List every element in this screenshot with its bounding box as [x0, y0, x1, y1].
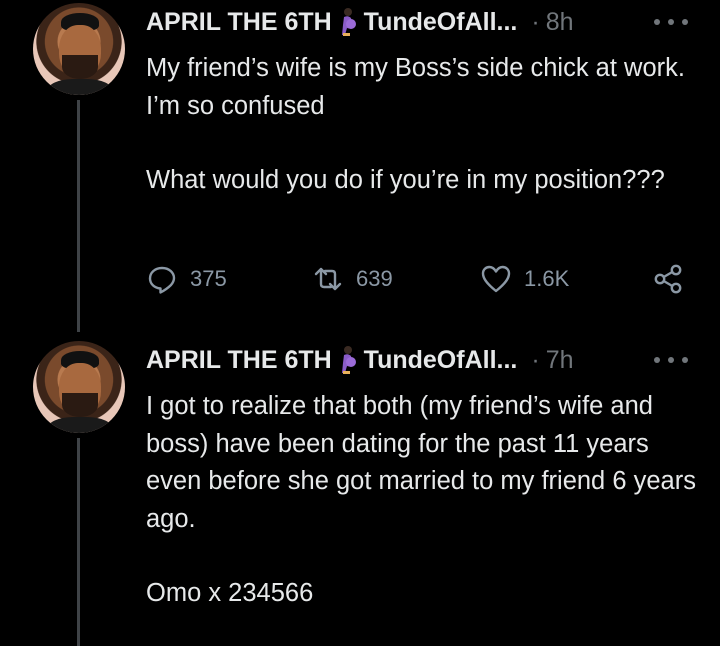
- more-icon[interactable]: [654, 354, 688, 366]
- heart-icon: [481, 265, 511, 293]
- share-icon: [654, 264, 682, 294]
- like-button[interactable]: 1.6K: [480, 262, 569, 296]
- handle[interactable]: TundeOfAll...: [364, 8, 518, 37]
- retweet-icon: [314, 267, 342, 291]
- retweet-count: 639: [356, 266, 393, 291]
- avatar[interactable]: [33, 341, 125, 433]
- share-button[interactable]: [652, 262, 706, 296]
- display-name[interactable]: APRIL THE 6TH: [146, 8, 332, 37]
- tweet-text: My friend’s wife is my Boss’s side chick…: [146, 50, 706, 200]
- retweet-button[interactable]: 639: [312, 262, 393, 296]
- reply-button[interactable]: 375: [146, 262, 227, 296]
- tweet-header: APRIL THE 6TH TundeOfAll... · 7h: [146, 342, 574, 378]
- display-name[interactable]: APRIL THE 6TH: [146, 346, 332, 375]
- tweet[interactable]: APRIL THE 6TH TundeOfAll... · 8h My frie…: [0, 0, 720, 330]
- avatar[interactable]: [33, 3, 125, 95]
- reply-count: 375: [190, 266, 227, 291]
- tweet-paragraph: Omo x 234566: [146, 579, 314, 607]
- timestamp[interactable]: 7h: [546, 346, 574, 375]
- tweet[interactable]: APRIL THE 6TH TundeOfAll... · 7h I got t…: [0, 336, 720, 646]
- tweet-actions: 375 639 1.6K: [146, 262, 706, 296]
- tweet-paragraph: What would you do if you’re in my positi…: [146, 166, 665, 194]
- handle[interactable]: TundeOfAll...: [364, 346, 518, 375]
- reply-icon: [148, 266, 176, 294]
- pregnant-person-emoji-icon: [336, 7, 358, 37]
- more-icon[interactable]: [654, 16, 688, 28]
- tweet-paragraph: I got to realize that both (my friend’s …: [146, 392, 696, 533]
- tweet-paragraph: My friend’s wife is my Boss’s side chick…: [146, 54, 685, 120]
- pregnant-person-emoji-icon: [336, 345, 358, 375]
- tweet-header: APRIL THE 6TH TundeOfAll... · 8h: [146, 4, 574, 40]
- timestamp[interactable]: 8h: [546, 8, 574, 37]
- like-count: 1.6K: [524, 266, 570, 291]
- separator: ·: [531, 7, 540, 36]
- tweet-text: I got to realize that both (my friend’s …: [146, 388, 706, 613]
- separator: ·: [531, 345, 540, 374]
